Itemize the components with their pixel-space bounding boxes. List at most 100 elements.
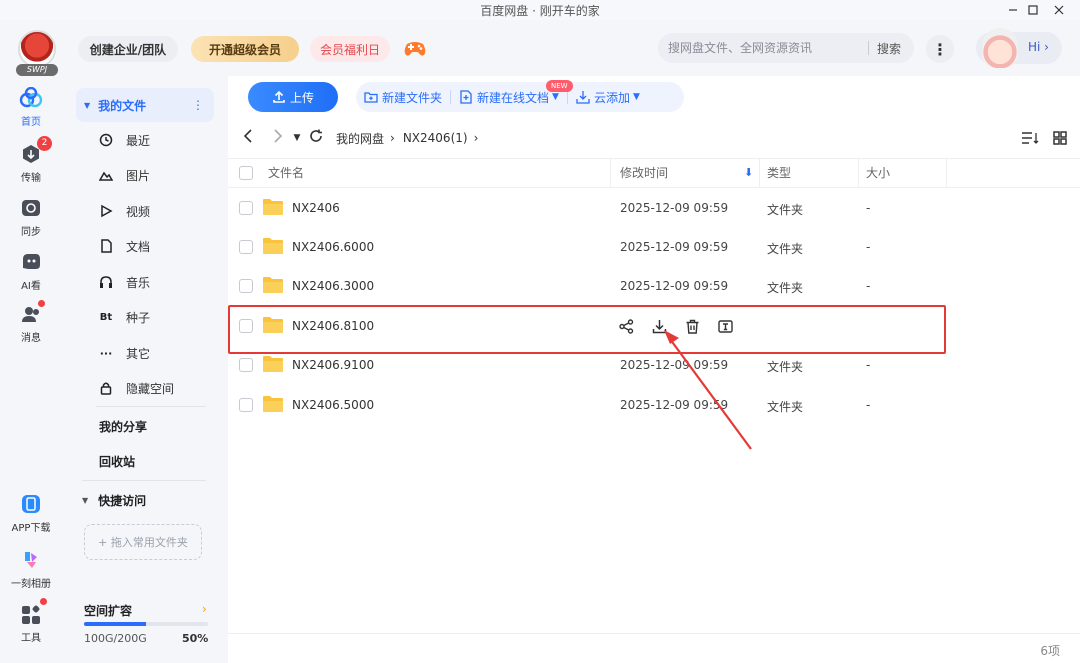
rail-tools[interactable]: 工具: [8, 596, 54, 648]
forward-icon[interactable]: [266, 129, 290, 147]
message-dot: [38, 300, 45, 307]
sort-desc-icon[interactable]: ⬇: [744, 159, 753, 187]
rail-label: AI看: [21, 281, 41, 292]
row-checkbox[interactable]: [239, 358, 253, 372]
more-options-icon[interactable]: ⋮: [926, 35, 954, 63]
nav-item-images[interactable]: 图片: [98, 160, 214, 190]
search-input[interactable]: [668, 41, 868, 55]
cloud-add-button[interactable]: 云添加 ▼: [568, 82, 648, 112]
toolbar-group: 新建文件夹 新建在线文档 ▼ 云添加 ▼ NEW: [356, 80, 684, 112]
nav-item-label: 视频: [126, 204, 151, 219]
nav-item-recent[interactable]: 最近: [98, 125, 214, 155]
search-button[interactable]: 搜索: [869, 40, 911, 57]
row-checkbox[interactable]: [239, 240, 253, 254]
nav-quick-access[interactable]: ▼ 快捷访问: [82, 492, 146, 509]
back-icon[interactable]: [236, 129, 260, 147]
nav-my-share[interactable]: 我的分享: [99, 418, 147, 435]
file-nav: ▼ 我的文件 ⋮ 最近 图片 视频 文档 音乐 Bt 种子 ··· 其它 隐藏空…: [70, 80, 222, 660]
member-day-button[interactable]: 会员福利日: [310, 36, 390, 62]
new-doc-icon: [460, 90, 472, 104]
vip-button[interactable]: 开通超级会员: [191, 36, 299, 62]
col-name[interactable]: 文件名: [268, 159, 304, 187]
rail-label: 消息: [21, 333, 41, 344]
table-row[interactable]: NX2406.3000 2025-12-09 09:59 文件夹 -: [228, 267, 1080, 306]
row-checkbox[interactable]: [239, 279, 253, 293]
file-name[interactable]: NX2406.9100: [292, 358, 374, 372]
storage-expand-title[interactable]: 空间扩容: [84, 602, 132, 619]
file-name[interactable]: NX2406.3000: [292, 279, 374, 293]
assistant-avatar: [982, 28, 1018, 68]
nav-recycle-bin[interactable]: 回收站: [99, 453, 135, 470]
cloud-add-label: 云添加: [593, 90, 630, 105]
upload-icon: [273, 90, 285, 103]
assistant-pill[interactable]: Hi ›: [976, 28, 1062, 68]
nav-item-music[interactable]: 音乐: [98, 267, 214, 297]
refresh-icon[interactable]: [304, 129, 328, 147]
file-name[interactable]: NX2406.6000: [292, 240, 374, 254]
col-size[interactable]: 大小: [866, 159, 890, 187]
play-icon: [98, 203, 114, 219]
sort-icon[interactable]: [1018, 128, 1042, 148]
item-count: 6项: [1040, 644, 1060, 658]
table-row[interactable]: NX2406.5000 2025-12-09 09:59 文件夹 -: [228, 386, 1080, 425]
rail-home[interactable]: 首页: [8, 80, 54, 132]
storage-percent-text: 50%: [182, 632, 209, 645]
rail-transfer[interactable]: 2 传输: [8, 136, 54, 188]
rail-sync[interactable]: 同步: [8, 190, 54, 242]
app-logo[interactable]: [18, 30, 56, 68]
caret-down-icon: ▼: [632, 92, 640, 102]
kebab-icon[interactable]: ⋮: [192, 98, 204, 112]
rail-ai[interactable]: AI看: [8, 244, 54, 296]
chevron-right-icon[interactable]: ›: [202, 602, 207, 616]
rail-label: 工具: [21, 633, 41, 644]
file-type: 文件夹: [767, 203, 804, 217]
nav-my-files[interactable]: ▼ 我的文件 ⋮: [76, 88, 214, 122]
storage-progress-bar: [84, 622, 208, 626]
rail-label: APP下载: [11, 523, 51, 534]
file-name[interactable]: NX2406: [292, 201, 340, 215]
file-size: -: [866, 201, 871, 215]
headphones-icon: [98, 274, 114, 290]
drop-favorite-folder-zone[interactable]: + 拖入常用文件夹: [84, 524, 202, 560]
rail-album[interactable]: 一刻相册: [8, 542, 54, 594]
col-type[interactable]: 类型: [767, 159, 791, 187]
app-download-icon: [19, 492, 43, 516]
nav-item-label: 种子: [126, 310, 151, 325]
maximize-icon[interactable]: [1020, 0, 1046, 20]
history-dropdown-icon[interactable]: ▼: [290, 133, 304, 143]
rail-messages[interactable]: 消息: [8, 296, 54, 348]
upload-button[interactable]: 上传: [248, 82, 338, 112]
close-icon[interactable]: [1046, 0, 1072, 20]
row-checkbox[interactable]: [239, 201, 253, 215]
nav-item-label: 隐藏空间: [126, 381, 175, 396]
table-row[interactable]: NX2406.6000 2025-12-09 09:59 文件夹 -: [228, 228, 1080, 267]
create-team-button[interactable]: 创建企业/团队: [78, 36, 178, 62]
nav-divider: [82, 480, 206, 481]
nav-item-hidden-space[interactable]: 隐藏空间: [98, 373, 214, 403]
file-name[interactable]: NX2406.5000: [292, 398, 374, 412]
nav-item-other[interactable]: ··· 其它: [98, 338, 214, 368]
tools-dot: [40, 598, 47, 605]
nav-item-label: 最近: [126, 133, 151, 148]
nav-item-video[interactable]: 视频: [98, 196, 214, 226]
select-all-checkbox[interactable]: [239, 166, 253, 180]
nav-item-torrent[interactable]: Bt 种子: [98, 302, 214, 332]
breadcrumb-root[interactable]: 我的网盘: [336, 130, 384, 147]
new-folder-button[interactable]: 新建文件夹: [356, 82, 450, 112]
breadcrumb-separator: ›: [390, 131, 395, 145]
upload-label: 上传: [289, 90, 314, 105]
nav-root-label: 我的文件: [98, 98, 147, 113]
caret-down-icon: ▼: [552, 92, 559, 102]
tools-icon: [19, 602, 43, 626]
col-modified[interactable]: 修改时间: [620, 159, 668, 187]
game-icon[interactable]: [402, 37, 428, 59]
nav-item-label: 图片: [126, 168, 151, 183]
row-checkbox[interactable]: [239, 398, 253, 412]
table-row[interactable]: NX2406 2025-12-09 09:59 文件夹 -: [228, 189, 1080, 228]
nav-item-docs[interactable]: 文档: [98, 231, 214, 261]
sync-icon: [19, 196, 43, 220]
rail-app-download[interactable]: APP下载: [8, 486, 54, 538]
breadcrumb-current[interactable]: NX2406(1): [403, 131, 468, 145]
grid-view-icon[interactable]: [1048, 128, 1072, 148]
file-modified: 2025-12-09 09:59: [620, 201, 729, 215]
